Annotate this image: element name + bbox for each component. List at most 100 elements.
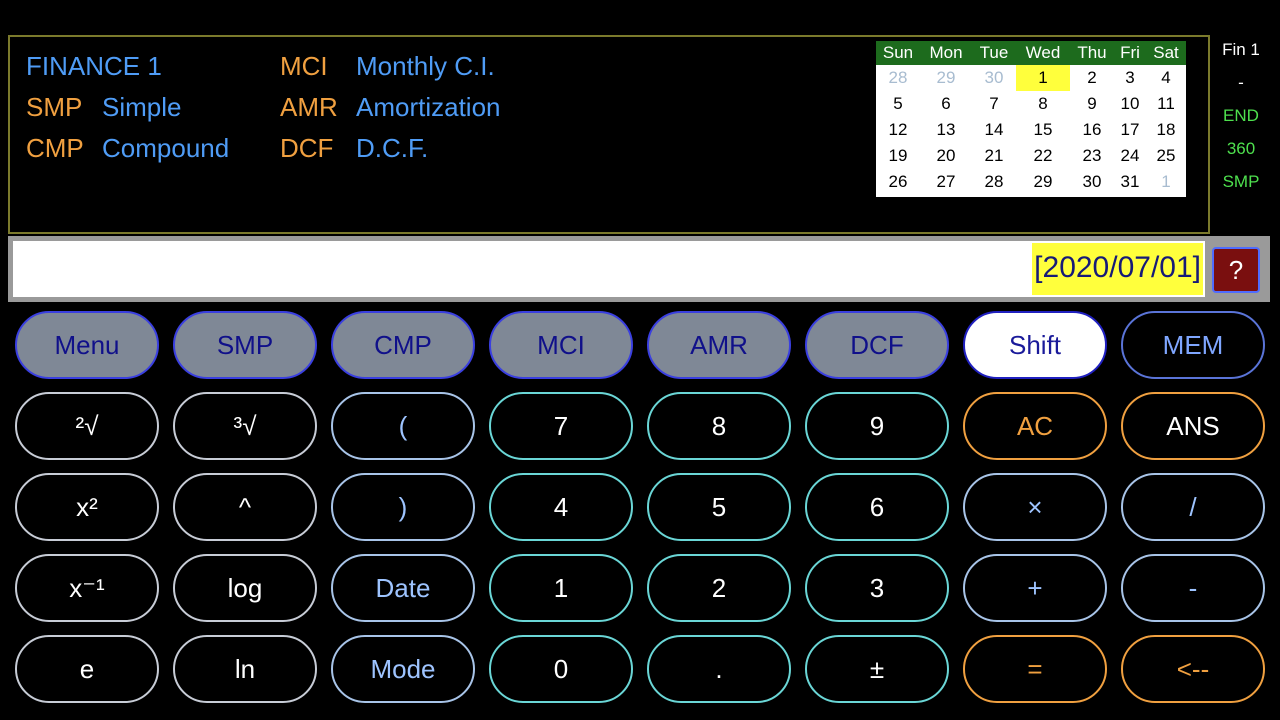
display-value: [2020/07/01]: [1032, 243, 1203, 295]
calendar-date[interactable]: 30: [972, 65, 1016, 91]
calendar-day-name: Tue: [979, 43, 1009, 62]
menu-button[interactable]: Menu: [15, 311, 159, 379]
calendar-date[interactable]: 12: [876, 117, 920, 143]
calendar-day-name: Mon: [929, 43, 963, 62]
menu-label-monthly-ci: Monthly C.I.: [356, 51, 495, 81]
digit-8-button[interactable]: 8: [647, 392, 791, 460]
calendar-date[interactable]: 3: [1114, 65, 1146, 91]
calendar: Sun Mon Tue Wed Thu Fri Sat 28 29 30 1 2…: [876, 41, 1186, 197]
log-button[interactable]: log: [173, 554, 317, 622]
menu-label-dcf: D.C.F.: [356, 133, 429, 163]
menu-code-dcf: DCF: [280, 133, 334, 163]
calendar-date[interactable]: 31: [1114, 169, 1146, 195]
calendar-date[interactable]: 29: [920, 65, 972, 91]
plus-minus-button[interactable]: ±: [805, 635, 949, 703]
digit-3-button[interactable]: 3: [805, 554, 949, 622]
shift-button[interactable]: Shift: [963, 311, 1107, 379]
right-paren-button[interactable]: ): [331, 473, 475, 541]
calendar-date[interactable]: 15: [1016, 117, 1070, 143]
calendar-date[interactable]: 27: [920, 169, 972, 195]
dcf-button[interactable]: DCF: [805, 311, 949, 379]
divide-button[interactable]: /: [1121, 473, 1265, 541]
digit-5-button[interactable]: 5: [647, 473, 791, 541]
mci-button[interactable]: MCI: [489, 311, 633, 379]
minus-button[interactable]: -: [1121, 554, 1265, 622]
mem-button[interactable]: MEM: [1121, 311, 1265, 379]
calendar-date[interactable]: 7: [972, 91, 1016, 117]
help-button[interactable]: ?: [1212, 247, 1260, 293]
mode-button[interactable]: Mode: [331, 635, 475, 703]
calendar-date[interactable]: 29: [1016, 169, 1070, 195]
calendar-date[interactable]: 21: [972, 143, 1016, 169]
calendar-date[interactable]: 2: [1070, 65, 1114, 91]
menu-label-simple: Simple: [102, 92, 182, 122]
calendar-date[interactable]: 22: [1016, 143, 1070, 169]
digit-2-button[interactable]: 2: [647, 554, 791, 622]
status-timing: END: [1223, 106, 1259, 125]
calendar-date[interactable]: 10: [1114, 91, 1146, 117]
info-panel: FINANCE 1 SMP Simple CMP Compound MCI Mo…: [8, 35, 1210, 234]
ln-button[interactable]: ln: [173, 635, 317, 703]
calendar-date[interactable]: 20: [920, 143, 972, 169]
status-day-basis: 360: [1226, 139, 1256, 158]
amr-button[interactable]: AMR: [647, 311, 791, 379]
calendar-week: 19 20 21 22 23 24 25: [876, 143, 1186, 169]
digit-4-button[interactable]: 4: [489, 473, 633, 541]
calendar-date[interactable]: 18: [1146, 117, 1186, 143]
calendar-date[interactable]: 11: [1146, 91, 1186, 117]
status-indicator: -: [1238, 73, 1244, 92]
smp-button[interactable]: SMP: [173, 311, 317, 379]
calendar-date[interactable]: 1: [1146, 169, 1186, 195]
menu-code-amr: AMR: [280, 92, 338, 122]
calendar-date[interactable]: 25: [1146, 143, 1186, 169]
calendar-date[interactable]: 14: [972, 117, 1016, 143]
calendar-date[interactable]: 9: [1070, 91, 1114, 117]
digit-9-button[interactable]: 9: [805, 392, 949, 460]
reciprocal-button[interactable]: x⁻¹: [15, 554, 159, 622]
calendar-week: 26 27 28 29 30 31 1: [876, 169, 1186, 195]
calendar-date-today[interactable]: 1: [1016, 65, 1070, 91]
menu-title: FINANCE 1: [26, 51, 162, 81]
calendar-date[interactable]: 19: [876, 143, 920, 169]
all-clear-button[interactable]: AC: [963, 392, 1107, 460]
calendar-date[interactable]: 28: [876, 65, 920, 91]
date-button[interactable]: Date: [331, 554, 475, 622]
calendar-date[interactable]: 16: [1070, 117, 1114, 143]
calendar-date[interactable]: 30: [1070, 169, 1114, 195]
equals-button[interactable]: =: [963, 635, 1107, 703]
calendar-date[interactable]: 8: [1016, 91, 1070, 117]
status-mode: Fin 1: [1222, 40, 1260, 59]
backspace-button[interactable]: <--: [1121, 635, 1265, 703]
multiply-button[interactable]: ×: [963, 473, 1107, 541]
calendar-week: 12 13 14 15 16 17 18: [876, 117, 1186, 143]
cube-root-button[interactable]: ³√: [173, 392, 317, 460]
menu-label-amortization: Amortization: [356, 92, 501, 122]
menu-code-smp: SMP: [26, 92, 83, 122]
answer-button[interactable]: ANS: [1121, 392, 1265, 460]
calendar-date[interactable]: 5: [876, 91, 920, 117]
calendar-date[interactable]: 13: [920, 117, 972, 143]
calendar-date[interactable]: 17: [1114, 117, 1146, 143]
plus-button[interactable]: +: [963, 554, 1107, 622]
status-column: Fin 1 - END 360 SMP: [1212, 35, 1270, 234]
calendar-day-name: Sat: [1153, 43, 1179, 62]
cmp-button[interactable]: CMP: [331, 311, 475, 379]
calendar-date[interactable]: 23: [1070, 143, 1114, 169]
decimal-point-button[interactable]: .: [647, 635, 791, 703]
left-paren-button[interactable]: (: [331, 392, 475, 460]
calendar-date[interactable]: 4: [1146, 65, 1186, 91]
digit-0-button[interactable]: 0: [489, 635, 633, 703]
display-field[interactable]: [2020/07/01]: [13, 241, 1205, 297]
calendar-date[interactable]: 26: [876, 169, 920, 195]
calendar-date[interactable]: 24: [1114, 143, 1146, 169]
square-button[interactable]: x²: [15, 473, 159, 541]
menu-code-cmp: CMP: [26, 133, 84, 163]
square-root-button[interactable]: ²√: [15, 392, 159, 460]
euler-e-button[interactable]: e: [15, 635, 159, 703]
digit-7-button[interactable]: 7: [489, 392, 633, 460]
digit-6-button[interactable]: 6: [805, 473, 949, 541]
calendar-date[interactable]: 28: [972, 169, 1016, 195]
power-button[interactable]: ^: [173, 473, 317, 541]
digit-1-button[interactable]: 1: [489, 554, 633, 622]
calendar-date[interactable]: 6: [920, 91, 972, 117]
